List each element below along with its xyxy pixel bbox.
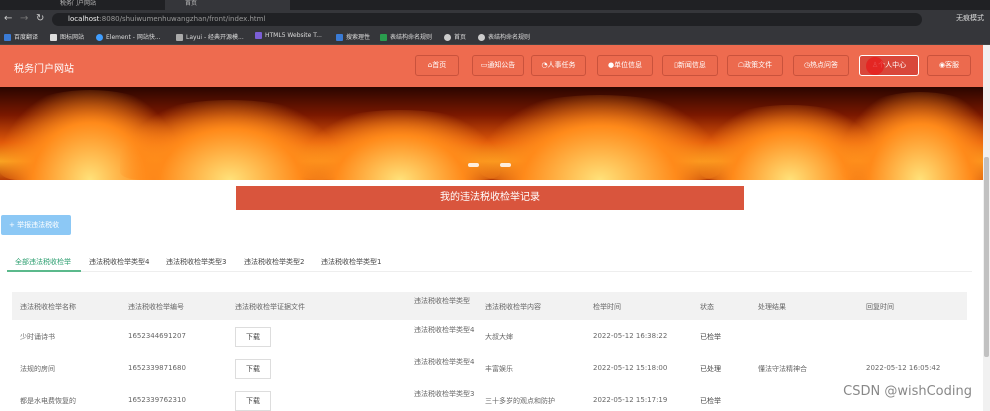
nav-label: 新闻信息	[677, 61, 706, 69]
nav-notice[interactable]: ▭通知公告	[472, 55, 524, 76]
url-path: :8080/shuiwumenhuwangzhan/front/index.ht…	[99, 15, 266, 23]
url-input[interactable]: localhost:8080/shuiwumenhuwangzhan/front…	[52, 13, 922, 26]
browser-tab-active[interactable]: 首页	[165, 0, 290, 10]
cell-type: 违法税收检举类型4	[414, 358, 475, 366]
nav-label: 客服	[945, 61, 960, 69]
scrollbar[interactable]	[983, 45, 990, 411]
bookmarks-bar: 百度翻译 图标网站 Element - 网站快... Layui - 经典开源模…	[0, 28, 990, 45]
column-header: 违法税收检举编号	[128, 303, 184, 311]
nav-label: 人事任务	[547, 61, 576, 69]
nav-task[interactable]: ◔人事任务	[531, 55, 586, 76]
column-header: 状态	[700, 303, 714, 311]
reload-icon[interactable]: ↻	[36, 13, 44, 24]
column-header: 违法税收检举名称	[20, 303, 76, 311]
column-header: 违法税收检举类型	[414, 297, 470, 305]
cell-content: 三十多岁的观点和防护	[485, 397, 555, 405]
bookmark-label: 首页	[454, 34, 467, 41]
cell-time: 2022-05-12 15:17:19	[593, 396, 668, 404]
nav-unit[interactable]: ●单位信息	[597, 55, 653, 76]
bookmark[interactable]: 表结构命名规则	[478, 32, 530, 41]
bookmark-label: Layui - 经典开源模...	[186, 34, 244, 41]
url-host: localhost	[68, 15, 100, 23]
cell-time: 2022-05-12 15:18:00	[593, 364, 668, 372]
tab-type3[interactable]: 违法税收检举类型3	[166, 257, 226, 267]
browser-tab-bar: 税务门户网站 首页	[0, 0, 990, 10]
cell-type: 违法税收检举类型3	[414, 390, 475, 398]
nav-home[interactable]: ⌂首页	[415, 55, 459, 76]
scrollbar-thumb[interactable]	[984, 157, 989, 357]
cell-name: 法规的房间	[20, 365, 55, 373]
cell-no: 1652344691207	[128, 332, 186, 340]
nav-service[interactable]: ◉客服	[927, 55, 971, 76]
back-icon[interactable]: ←	[4, 13, 12, 24]
cell-result: 懂法守法精神合	[758, 365, 807, 373]
add-report-button[interactable]: + 举报违法税收	[1, 215, 71, 235]
watermark: CSDN @wishCoding	[843, 384, 972, 399]
bookmark-label: 图标网站	[60, 34, 85, 41]
bookmark-label: 表结构命名规则	[488, 34, 531, 41]
bookmark[interactable]: 图标网站	[50, 32, 84, 41]
carousel-dot[interactable]	[468, 163, 479, 167]
browser-tab[interactable]: 税务门户网站	[40, 0, 165, 10]
address-bar: ← → ↻ localhost:8080/shuiwumenhuwangzhan…	[0, 10, 990, 28]
tab-type1[interactable]: 违法税收检举类型1	[321, 257, 381, 267]
download-button[interactable]: 下载	[235, 391, 271, 411]
filter-tabs: 全部违法税收检举 违法税收检举类型4 违法税收检举类型3 违法税收检举类型2 违…	[7, 252, 972, 272]
cell-status: 已处理	[700, 365, 721, 373]
bookmark-label: 百度翻译	[14, 34, 39, 41]
bookmark-label: 搜索理性	[346, 34, 371, 41]
column-header: 违法税收检举内容	[485, 303, 541, 311]
bookmark[interactable]: 表结构命名规则	[380, 32, 432, 41]
banner-carousel[interactable]	[0, 87, 990, 180]
bookmark[interactable]: HTML5 Website T...	[255, 32, 322, 39]
nav-label: 热点问答	[810, 61, 839, 69]
active-tab-indicator	[7, 270, 81, 272]
site-logo[interactable]: 税务门户网站	[14, 60, 74, 75]
cell-status: 已检举	[700, 333, 721, 341]
bookmark[interactable]: Element - 网站快...	[96, 32, 161, 41]
bookmark-label: 表结构命名规则	[390, 34, 433, 41]
cell-status: 已检举	[700, 397, 721, 405]
carousel-dot-active[interactable]	[500, 163, 511, 167]
bookmark[interactable]: 首页	[444, 32, 466, 41]
column-header: 检举时间	[593, 303, 621, 311]
bookmark[interactable]: 搜索理性	[336, 32, 370, 41]
column-header: 回复时间	[866, 303, 894, 311]
cell-reply: 2022-05-12 16:05:42	[866, 364, 941, 372]
cell-no: 1652339871680	[128, 364, 186, 372]
column-header: 处理结果	[758, 303, 786, 311]
cell-content: 大叔大婶	[485, 333, 513, 341]
bookmark-label: Element - 网站快...	[106, 34, 161, 41]
tab-type4[interactable]: 违法税收检举类型4	[89, 257, 149, 267]
page-title: 我的违法税收检举记录	[236, 186, 744, 210]
cell-no: 1652339762310	[128, 396, 186, 404]
tab-all[interactable]: 全部违法税收检举	[15, 257, 71, 267]
site-header: 税务门户网站 ⌂首页 ▭通知公告 ◔人事任务 ●单位信息 ▯新闻信息 ☖政策文件…	[0, 45, 983, 87]
cell-name: 都是水电费恢复的	[20, 397, 76, 405]
tab-type2[interactable]: 违法税收检举类型2	[244, 257, 304, 267]
nav-policy[interactable]: ☖政策文件	[727, 55, 783, 76]
click-indicator	[866, 57, 884, 75]
cell-name: 少时诵诗书	[20, 333, 55, 341]
nav-label: 通知公告	[487, 61, 516, 69]
column-header: 违法税收检举证据文件	[235, 303, 305, 311]
download-button[interactable]: 下载	[235, 327, 271, 347]
nav-label: 单位信息	[614, 61, 643, 69]
nav-label: 政策文件	[744, 61, 773, 69]
cell-time: 2022-05-12 16:38:22	[593, 332, 668, 340]
cell-type: 违法税收检举类型4	[414, 326, 475, 334]
bookmark[interactable]: Layui - 经典开源模...	[176, 32, 244, 41]
bookmark-label: HTML5 Website T...	[265, 32, 322, 39]
forward-icon[interactable]: →	[20, 13, 28, 24]
nav-question[interactable]: ◷热点问答	[793, 55, 849, 76]
nav-news[interactable]: ▯新闻信息	[662, 55, 718, 76]
cell-content: 丰富娱乐	[485, 365, 513, 373]
nav-label: 首页	[432, 61, 447, 69]
download-button[interactable]: 下载	[235, 359, 271, 379]
bookmark[interactable]: 百度翻译	[4, 32, 38, 41]
profile-label[interactable]: 无痕模式	[956, 13, 984, 23]
